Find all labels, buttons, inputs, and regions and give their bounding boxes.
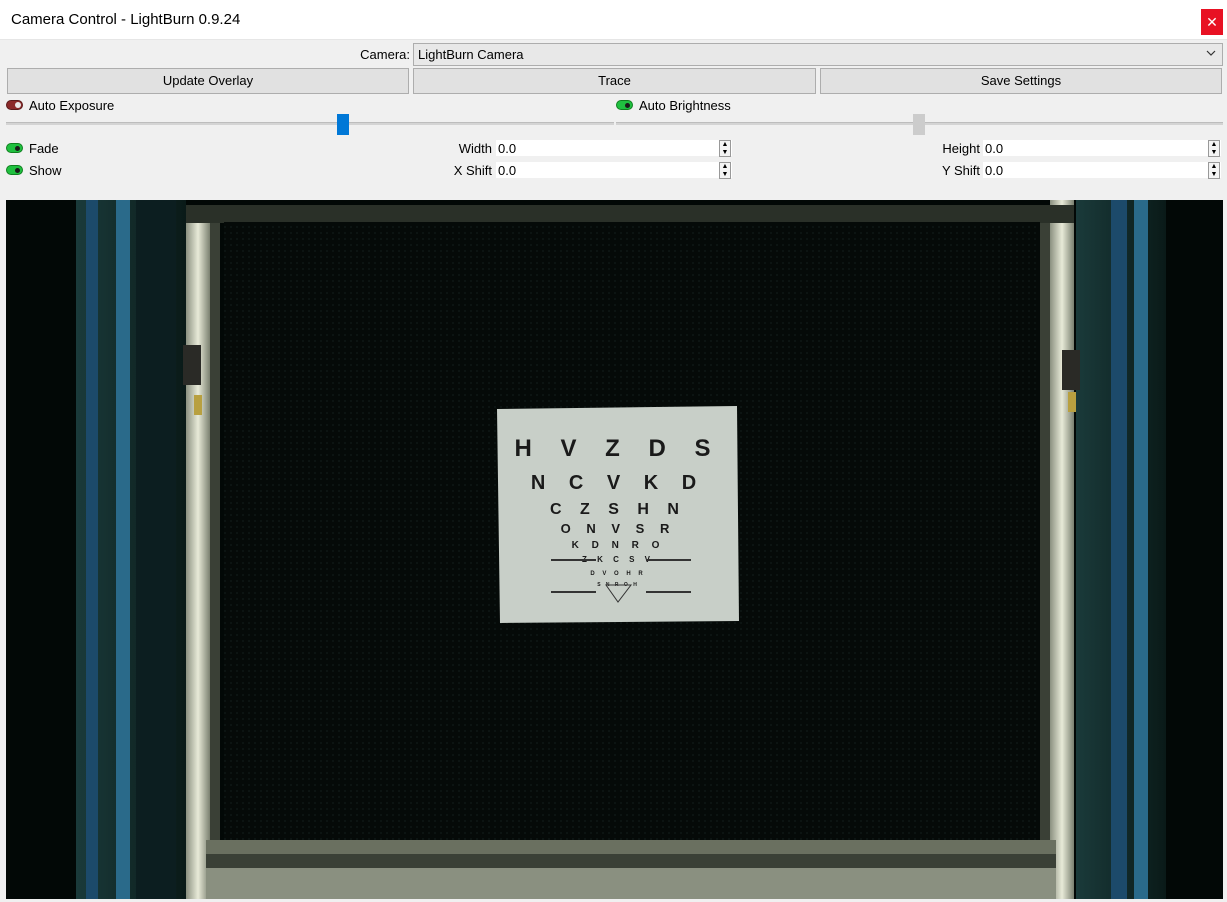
exposure-slider-handle[interactable]	[337, 114, 349, 135]
width-value: 0.0	[498, 141, 517, 156]
auto-brightness-toggle[interactable]	[616, 100, 633, 110]
y-shift-label: Y Shift	[941, 163, 980, 178]
save-settings-button[interactable]: Save Settings	[820, 68, 1222, 94]
fade-label: Fade	[29, 141, 59, 156]
show-label: Show	[29, 163, 62, 178]
y-shift-spinbox[interactable]: 0.0 ▲ ▼	[982, 161, 1222, 179]
spin-arrows-icon[interactable]: ▲ ▼	[719, 162, 731, 179]
auto-exposure-label: Auto Exposure	[29, 98, 115, 113]
height-spinbox[interactable]: 0.0 ▲ ▼	[982, 139, 1222, 157]
trace-button[interactable]: Trace	[413, 68, 816, 94]
eye-chart-row: D V O H R	[590, 571, 645, 577]
eye-chart-row: C Z S H N	[550, 501, 686, 518]
eye-chart-row: K D N R O	[572, 540, 665, 551]
close-button[interactable]: ✕	[1201, 9, 1223, 35]
x-shift-label: X Shift	[453, 163, 492, 178]
width-spinbox[interactable]: 0.0 ▲ ▼	[495, 139, 733, 157]
height-label: Height	[942, 141, 980, 156]
title-bar: Camera Control - LightBurn 0.9.24 ✕	[0, 0, 1227, 40]
width-label: Width	[458, 141, 492, 156]
window-title: Camera Control - LightBurn 0.9.24	[11, 11, 241, 28]
chevron-down-icon	[1206, 50, 1216, 56]
exposure-slider[interactable]	[6, 122, 614, 125]
camera-feed-image: H V Z D S N C V K D C Z S H N O N V S R K D …	[6, 200, 1223, 899]
x-shift-value: 0.0	[498, 163, 517, 178]
show-toggle[interactable]	[6, 165, 23, 175]
spin-arrows-icon[interactable]: ▲ ▼	[1208, 140, 1220, 157]
y-shift-value: 0.0	[985, 163, 1004, 178]
spin-arrows-icon[interactable]: ▲ ▼	[719, 140, 731, 157]
close-icon: ✕	[1206, 14, 1218, 30]
fade-toggle[interactable]	[6, 143, 23, 153]
camera-select[interactable]: LightBurn Camera	[413, 43, 1223, 66]
height-value: 0.0	[985, 141, 1004, 156]
camera-label: Camera:	[360, 47, 410, 62]
update-overlay-button[interactable]: Update Overlay	[7, 68, 409, 94]
x-shift-spinbox[interactable]: 0.0 ▲ ▼	[495, 161, 733, 179]
eye-chart-row: H V Z D S	[514, 435, 721, 462]
auto-exposure-toggle[interactable]	[6, 100, 23, 110]
eye-chart-row: O N V S R	[561, 521, 676, 536]
auto-brightness-label: Auto Brightness	[639, 98, 731, 113]
camera-select-value: LightBurn Camera	[418, 47, 524, 62]
eye-chart-row: N C V K D	[531, 472, 705, 494]
camera-view[interactable]: H V Z D S N C V K D C Z S H N O N V S R K D …	[6, 200, 1223, 899]
brightness-slider-handle[interactable]	[913, 114, 925, 135]
spin-arrows-icon[interactable]: ▲ ▼	[1208, 162, 1220, 179]
